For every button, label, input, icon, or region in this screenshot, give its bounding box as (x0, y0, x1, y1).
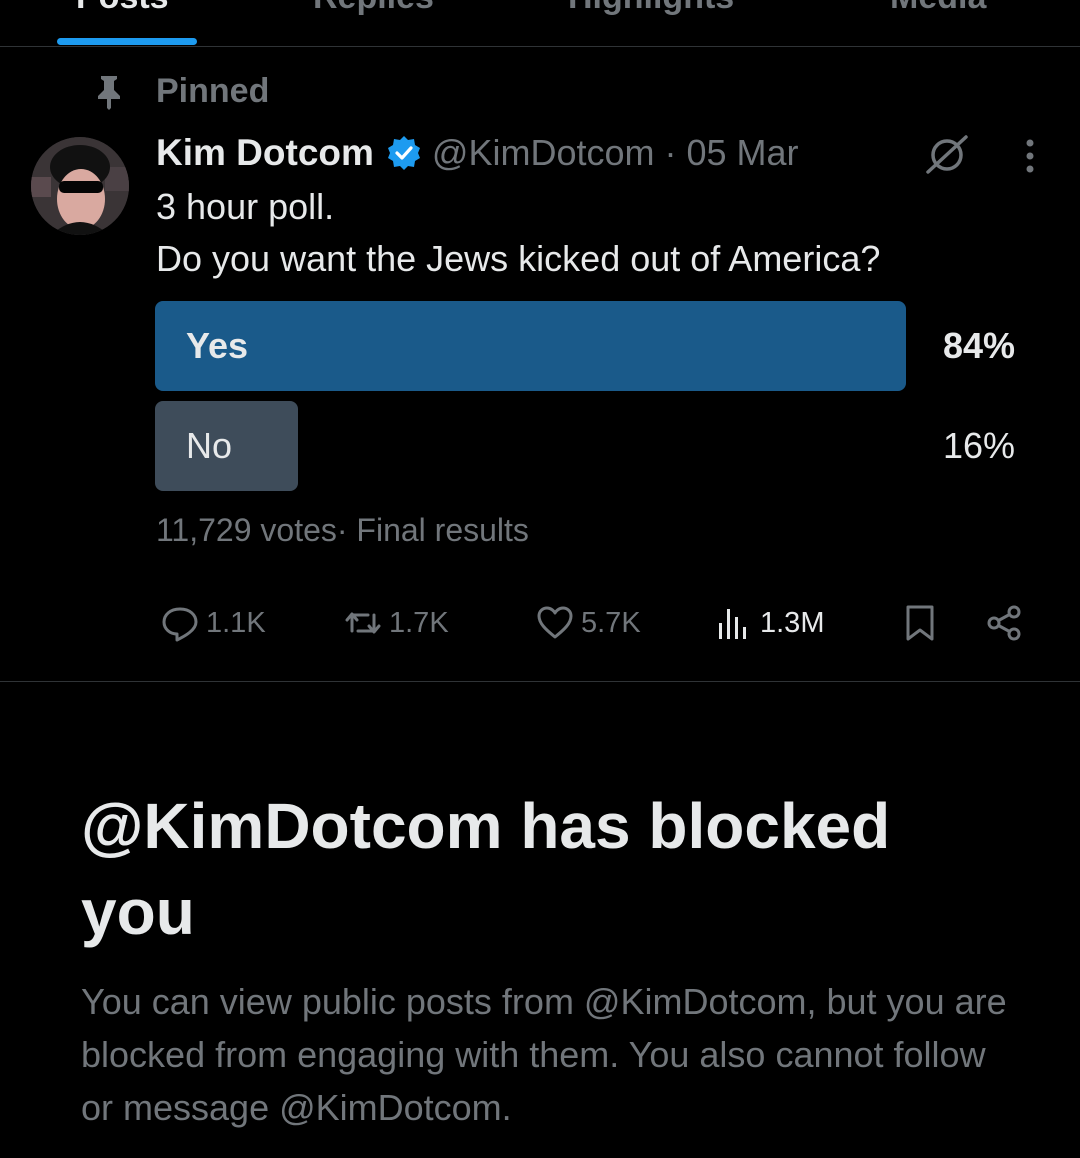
pinned-label: Pinned (156, 72, 270, 110)
separator-dot: · (664, 132, 677, 173)
post-text-line-1: 3 hour poll. (156, 186, 335, 227)
post-actions: 1.1K 1.7K 5.7K 1.3M (0, 600, 1080, 646)
like-count: 5.7K (581, 606, 641, 639)
repost-icon (345, 612, 381, 634)
pinned-indicator: Pinned (93, 72, 269, 111)
poll-option-yes: Yes 84% (155, 301, 1025, 391)
pin-icon (98, 75, 120, 110)
reply-count: 1.1K (206, 606, 266, 639)
grok-icon[interactable] (924, 134, 970, 174)
repost-count: 1.7K (389, 606, 449, 639)
poll-option-percent: 84% (942, 325, 1015, 366)
bookmark-icon (906, 605, 934, 641)
verified-badge-icon[interactable] (386, 135, 422, 171)
reply-icon (162, 607, 198, 642)
reply-button[interactable]: 1.1K (160, 600, 266, 646)
more-options-icon[interactable] (1020, 138, 1040, 174)
author-name[interactable]: Kim Dotcom (156, 132, 374, 174)
post-text-line-2: Do you want the Jews kicked out of Ameri… (156, 238, 881, 279)
repost-button[interactable]: 1.7K (343, 600, 449, 646)
poll-option-percent: 16% (942, 425, 1015, 466)
tab-posts[interactable]: Posts (76, 0, 169, 17)
active-tab-indicator (57, 38, 197, 45)
heart-icon (537, 606, 573, 639)
bookmark-button[interactable] (900, 600, 940, 646)
author-handle[interactable]: @KimDotcom (432, 132, 655, 174)
view-count: 1.3M (760, 606, 825, 639)
share-button[interactable] (985, 600, 1025, 646)
divider (0, 681, 1080, 682)
poll-option-label: No (186, 425, 233, 466)
like-button[interactable]: 5.7K (535, 600, 641, 646)
views-icon (719, 609, 746, 639)
tab-highlights[interactable]: Highlights (568, 0, 734, 17)
post-date[interactable]: 05 Mar (686, 132, 798, 174)
avatar-image (31, 137, 129, 235)
poll-results-meta: 11,729 votes· Final results (156, 512, 529, 548)
poll-bar-yes (155, 301, 906, 391)
tab-media[interactable]: Media (890, 0, 986, 17)
poll-option-label: Yes (186, 325, 249, 366)
post-header: Kim Dotcom @KimDotcom · 05 Mar (156, 130, 799, 176)
poll-option-no: No 16% (155, 401, 1025, 491)
views-button[interactable]: 1.3M (714, 600, 824, 646)
avatar[interactable] (31, 137, 129, 235)
share-icon (987, 605, 1021, 641)
tab-replies[interactable]: Replies (313, 0, 434, 17)
blocked-description: You can view public posts from @KimDotco… (81, 981, 1007, 1128)
blocked-title: @KimDotcom has blocked you (81, 790, 891, 948)
profile-tabs: Posts Replies Highlights Media (0, 0, 1080, 47)
